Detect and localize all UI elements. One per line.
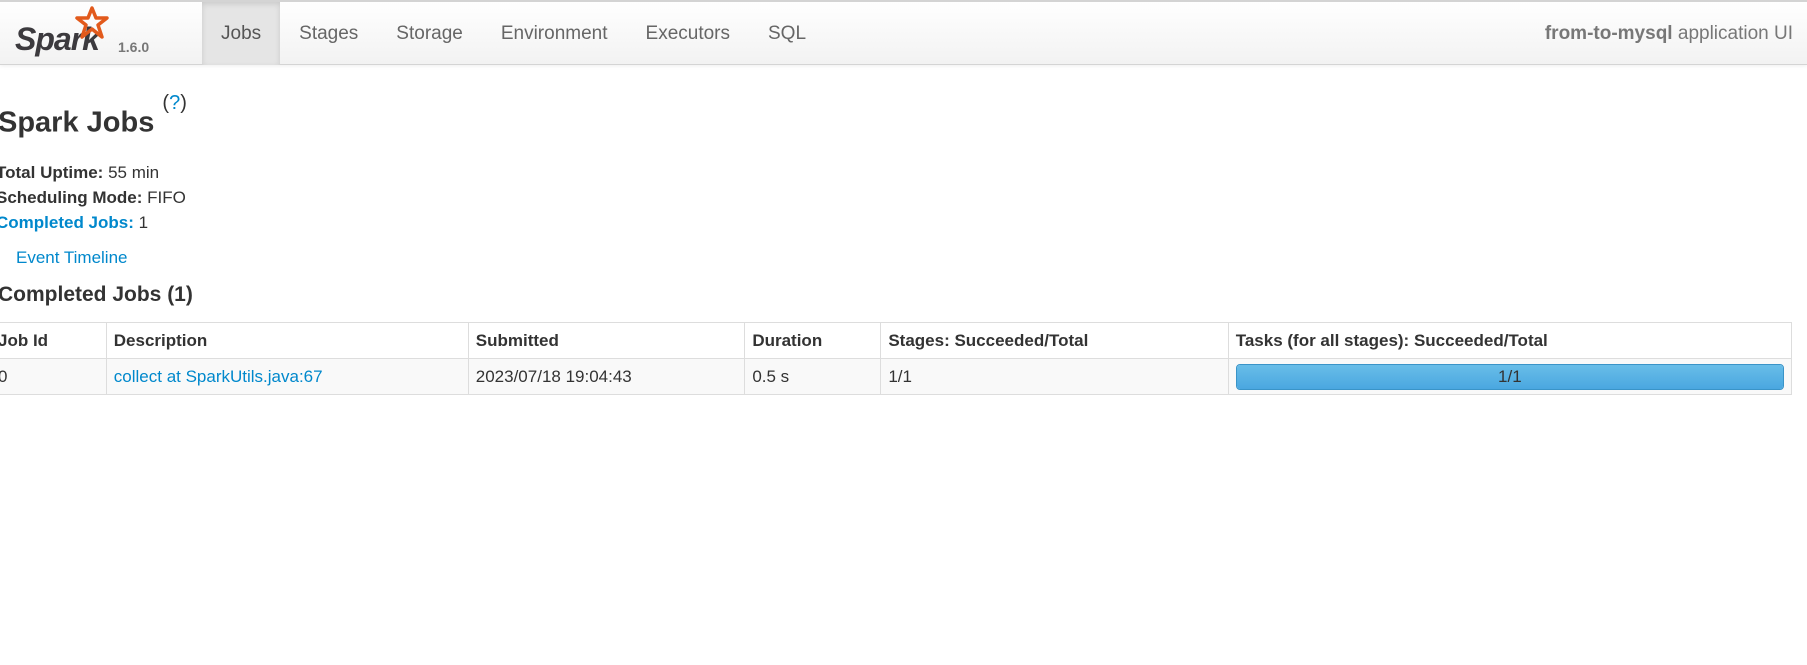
top-navbar: Spark 1.6.0 Jobs Stages Storage Environm… bbox=[0, 0, 1807, 65]
tab-executors[interactable]: Executors bbox=[627, 2, 749, 65]
cell-duration: 0.5 s bbox=[744, 358, 882, 395]
header-description[interactable]: Description bbox=[105, 322, 469, 359]
spark-logo[interactable]: Spark 1.6.0 bbox=[14, 6, 164, 62]
scheduling-mode-label: Scheduling Mode: bbox=[0, 188, 143, 207]
completed-jobs-heading: Completed Jobs (1) bbox=[0, 283, 193, 306]
header-duration[interactable]: Duration bbox=[744, 322, 882, 359]
header-job-id[interactable]: Job Id bbox=[0, 322, 107, 359]
cell-job-id: 0 bbox=[0, 358, 107, 395]
event-timeline-toggle[interactable]: Event Timeline bbox=[8, 248, 128, 268]
help-link[interactable]: ? bbox=[169, 92, 180, 114]
tasks-progress-bar: 1/1 bbox=[1235, 363, 1784, 390]
page-title: Spark Jobs (?) bbox=[0, 92, 187, 140]
cell-stages: 1/1 bbox=[880, 358, 1229, 395]
table-row: 0 collect at SparkUtils.java:67 2023/07/… bbox=[0, 358, 1793, 395]
completed-jobs-table: Job Id Description Submitted Duration St… bbox=[0, 322, 1793, 395]
summary-list: Total Uptime: 55 min Scheduling Mode: FI… bbox=[0, 160, 186, 235]
table-header-row: Job Id Description Submitted Duration St… bbox=[0, 322, 1793, 359]
cell-description: collect at SparkUtils.java:67 bbox=[105, 358, 469, 395]
expand-arrow-icon bbox=[8, 253, 14, 263]
tab-storage[interactable]: Storage bbox=[377, 2, 482, 65]
completed-jobs-value: 1 bbox=[133, 213, 149, 232]
header-stages[interactable]: Stages: Succeeded/Total bbox=[880, 322, 1229, 359]
tab-stages[interactable]: Stages bbox=[280, 2, 377, 65]
header-submitted[interactable]: Submitted bbox=[467, 322, 746, 359]
tab-environment[interactable]: Environment bbox=[482, 2, 627, 65]
cell-submitted: 2023/07/18 19:04:43 bbox=[467, 358, 746, 395]
tasks-progress-text: 1/1 bbox=[1498, 366, 1522, 386]
job-description-link[interactable]: collect at SparkUtils.java:67 bbox=[114, 367, 323, 386]
uptime-value: 55 min bbox=[103, 163, 160, 182]
header-tasks[interactable]: Tasks (for all stages): Succeeded/Total bbox=[1227, 322, 1793, 359]
tab-sql[interactable]: SQL bbox=[749, 2, 825, 65]
app-name-strong: from-to-mysql bbox=[1544, 23, 1673, 44]
help-tooltip: (?) bbox=[162, 92, 187, 114]
tab-jobs[interactable]: Jobs bbox=[202, 2, 281, 65]
main-nav: Jobs Stages Storage Environment Executor… bbox=[202, 2, 825, 65]
application-name: from-to-mysql application UI bbox=[1545, 2, 1793, 65]
summary-completed-jobs: Completed Jobs: 1 bbox=[0, 210, 186, 235]
page-title-text: Spark Jobs bbox=[0, 106, 155, 139]
uptime-label: Total Uptime: bbox=[0, 163, 104, 182]
app-name-suffix: application UI bbox=[1672, 23, 1793, 44]
event-timeline-label: Event Timeline bbox=[16, 248, 128, 267]
summary-scheduling-mode: Scheduling Mode: FIFO bbox=[0, 185, 186, 210]
summary-uptime: Total Uptime: 55 min bbox=[0, 160, 186, 185]
spark-version: 1.6.0 bbox=[118, 39, 150, 55]
spark-star-icon bbox=[75, 6, 109, 39]
cell-tasks: 1/1 bbox=[1227, 358, 1793, 395]
completed-jobs-link[interactable]: Completed Jobs: bbox=[0, 213, 134, 232]
scheduling-mode-value: FIFO bbox=[142, 188, 186, 207]
